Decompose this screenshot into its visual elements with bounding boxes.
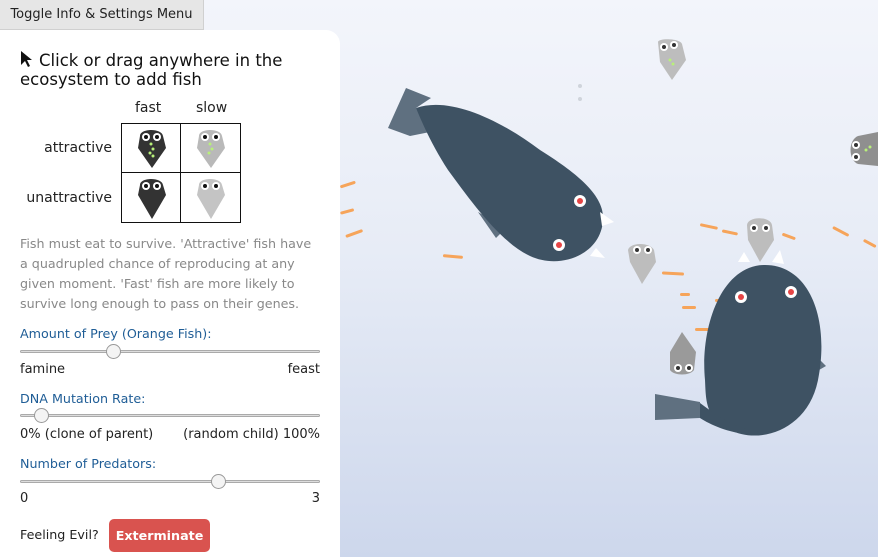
legend-col-slow: slow: [196, 100, 228, 116]
prey-slider-label: Amount of Prey (Orange Fish):: [20, 326, 212, 341]
prey-slider-min: famine: [20, 362, 66, 377]
predator-fish: [388, 88, 614, 262]
mutation-slider-track[interactable]: [20, 414, 320, 417]
slow-unattractive-fish-icon: [181, 173, 240, 222]
legend-row-unattractive: unattractive: [26, 190, 112, 206]
predators-slider-label: Number of Predators:: [20, 456, 157, 471]
mutation-slider-label: DNA Mutation Rate:: [20, 391, 146, 406]
prey-slow-fish: [747, 218, 774, 262]
description-text: Fish must eat to survive. 'Attractive' f…: [20, 236, 312, 311]
prey-slow-fish: [670, 332, 696, 375]
panel-title: Click or drag anywhere in the ecosystem …: [20, 50, 320, 89]
prey-slider[interactable]: [20, 344, 320, 360]
fast-attractive-fish-icon: [122, 124, 181, 173]
cursor-arrow-icon: [21, 51, 32, 67]
mutation-slider-thumb[interactable]: [34, 408, 49, 423]
legend-grid: [121, 123, 241, 223]
legend-row-attractive: attractive: [44, 140, 112, 156]
panel-title-text: Click or drag anywhere in the ecosystem …: [20, 51, 283, 89]
predators-slider-min: 0: [20, 491, 29, 506]
mutation-slider-max: (random child) 100%: [183, 427, 320, 442]
prey-slider-thumb[interactable]: [106, 344, 121, 359]
prey-slider-track[interactable]: [20, 350, 320, 353]
prey-slow-fish: [850, 132, 878, 166]
fish-legend: fast slow attractive unattractive: [20, 98, 320, 228]
prey-slow-fish: [658, 39, 686, 80]
predators-slider-track[interactable]: [20, 480, 320, 483]
exterminate-button[interactable]: Exterminate: [109, 519, 210, 552]
prey-dead-fish: [578, 84, 582, 101]
toggle-menu-button[interactable]: Toggle Info & Settings Menu: [0, 0, 204, 30]
slow-attractive-fish-icon: [181, 124, 240, 173]
prey-slider-max: feast: [287, 362, 320, 377]
mutation-slider[interactable]: [20, 408, 320, 424]
fast-unattractive-fish-icon: [122, 173, 181, 222]
feeling-evil-label: Feeling Evil?: [20, 527, 99, 542]
legend-col-fast: fast: [135, 100, 162, 116]
mutation-slider-min: 0% (clone of parent): [20, 427, 154, 442]
predators-slider-thumb[interactable]: [211, 474, 226, 489]
prey-slow-fish: [628, 244, 656, 284]
predators-slider-max: 3: [311, 491, 320, 506]
predators-slider[interactable]: [20, 474, 320, 490]
